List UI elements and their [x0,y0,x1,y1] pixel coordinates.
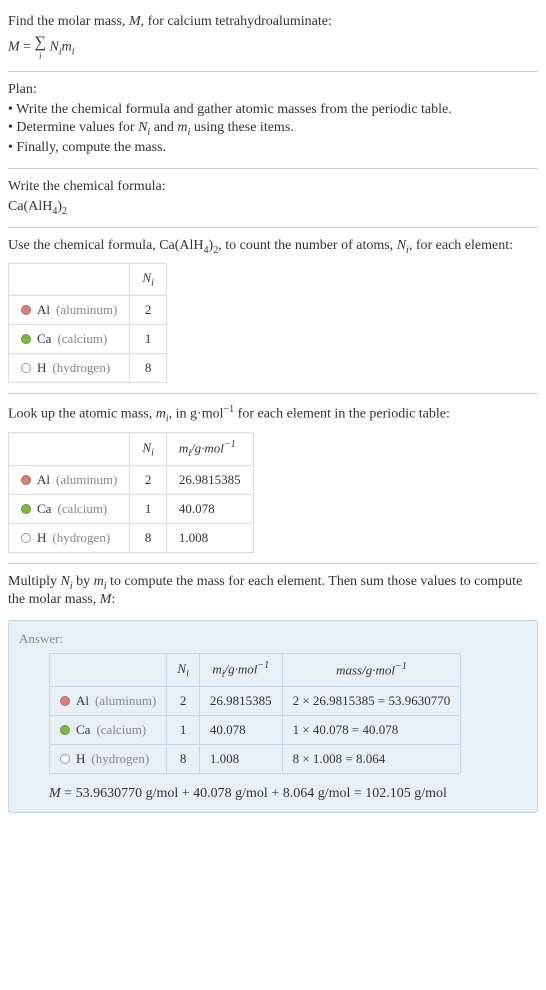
n-value: 1 [130,495,166,524]
n-value: 8 [130,524,166,553]
atomic-mass-text: Look up the atomic mass, mi, in g·mol−1 … [8,404,538,424]
write-formula-section: Write the chemical formula: Ca(AlH4)2 [8,173,538,223]
plan-item: • Write the chemical formula and gather … [8,102,538,118]
element-dot-icon [60,696,70,706]
table-header-row: Ni mi/g·mol−1 [9,433,254,466]
mass-value: 2 × 26.9815385 = 53.9630770 [282,687,461,716]
table-row: Ca (calcium) 1 40.078 1 × 40.078 = 40.07… [50,716,461,745]
answer-label: Answer: [19,631,527,647]
table-header-element [50,654,167,687]
atomic-mass-table: Ni mi/g·mol−1 Al (aluminum) 2 26.9815385… [8,432,254,553]
final-formula: M = 53.9630770 g/mol + 40.078 g/mol + 8.… [49,786,527,802]
plan-section: Plan: • Write the chemical formula and g… [8,76,538,164]
element-cell: H (hydrogen) [9,524,130,553]
atom-count-table: Ni Al (aluminum) 2 Ca (calcium) 1 H (hyd… [8,263,167,383]
n-value: 1 [167,716,199,745]
count-atoms-section: Use the chemical formula, Ca(AlH4)2, to … [8,232,538,389]
divider [8,227,538,228]
n-value: 1 [130,324,166,353]
divider [8,563,538,564]
element-dot-icon [21,475,31,485]
table-row: Al (aluminum) 2 [9,295,167,324]
count-atoms-text: Use the chemical formula, Ca(AlH4)2, to … [8,238,538,256]
element-cell: Al (aluminum) [9,295,130,324]
element-dot-icon [21,305,31,315]
write-formula-title: Write the chemical formula: [8,179,538,195]
n-value: 2 [130,466,166,495]
m-value: 1.008 [166,524,253,553]
element-dot-icon [21,533,31,543]
divider [8,168,538,169]
answer-table: Ni mi/g·mol−1 mass/g·mol−1 Al (aluminum)… [49,653,461,774]
plan-item: • Determine values for Ni and mi using t… [8,120,538,138]
multiply-text: Multiply Ni by mi to compute the mass fo… [8,574,538,608]
mass-value: 1 × 40.078 = 40.078 [282,716,461,745]
m-value: 1.008 [199,745,282,774]
table-row: Ca (calcium) 1 40.078 [9,495,254,524]
table-row: Al (aluminum) 2 26.9815385 2 × 26.981538… [50,687,461,716]
element-dot-icon [21,504,31,514]
plan-item: • Finally, compute the mass. [8,140,538,156]
chemical-formula: Ca(AlH4)2 [8,199,538,217]
table-row: Ca (calcium) 1 [9,324,167,353]
m-value: 26.9815385 [199,687,282,716]
element-dot-icon [21,363,31,373]
molar-mass-formula: M = ∑i Nimi [8,34,538,61]
element-cell: Al (aluminum) [50,687,167,716]
element-cell: Ca (calcium) [9,495,130,524]
m-value: 40.078 [199,716,282,745]
element-cell: H (hydrogen) [9,353,130,382]
element-cell: H (hydrogen) [50,745,167,774]
table-row: H (hydrogen) 8 1.008 8 × 1.008 = 8.064 [50,745,461,774]
table-header-element [9,264,130,296]
divider [8,71,538,72]
table-header-n: Ni [130,433,166,466]
table-header-m: mi/g·mol−1 [199,654,282,687]
table-header-n: Ni [167,654,199,687]
m-value: 40.078 [166,495,253,524]
table-row: H (hydrogen) 8 [9,353,167,382]
table-header-m: mi/g·mol−1 [166,433,253,466]
element-cell: Ca (calcium) [50,716,167,745]
table-header-row: Ni mi/g·mol−1 mass/g·mol−1 [50,654,461,687]
plan-title: Plan: [8,82,538,98]
n-value: 2 [130,295,166,324]
answer-box: Answer: Ni mi/g·mol−1 mass/g·mol−1 Al (a… [8,620,538,813]
element-dot-icon [60,725,70,735]
n-value: 2 [167,687,199,716]
intro-text: Find the molar mass, M, for calcium tetr… [8,14,538,30]
answer-content: Ni mi/g·mol−1 mass/g·mol−1 Al (aluminum)… [19,653,527,802]
n-value: 8 [130,353,166,382]
table-row: H (hydrogen) 8 1.008 [9,524,254,553]
table-header-mass: mass/g·mol−1 [282,654,461,687]
multiply-section: Multiply Ni by mi to compute the mass fo… [8,568,538,614]
element-cell: Ca (calcium) [9,324,130,353]
plan-list: • Write the chemical formula and gather … [8,102,538,156]
table-header-n: Ni [130,264,166,296]
table-header-row: Ni [9,264,167,296]
atomic-mass-section: Look up the atomic mass, mi, in g·mol−1 … [8,398,538,559]
element-cell: Al (aluminum) [9,466,130,495]
mass-value: 8 × 1.008 = 8.064 [282,745,461,774]
divider [8,393,538,394]
element-dot-icon [21,334,31,344]
m-value: 26.9815385 [166,466,253,495]
element-dot-icon [60,754,70,764]
table-header-element [9,433,130,466]
table-row: Al (aluminum) 2 26.9815385 [9,466,254,495]
n-value: 8 [167,745,199,774]
intro-section: Find the molar mass, M, for calcium tetr… [8,8,538,67]
